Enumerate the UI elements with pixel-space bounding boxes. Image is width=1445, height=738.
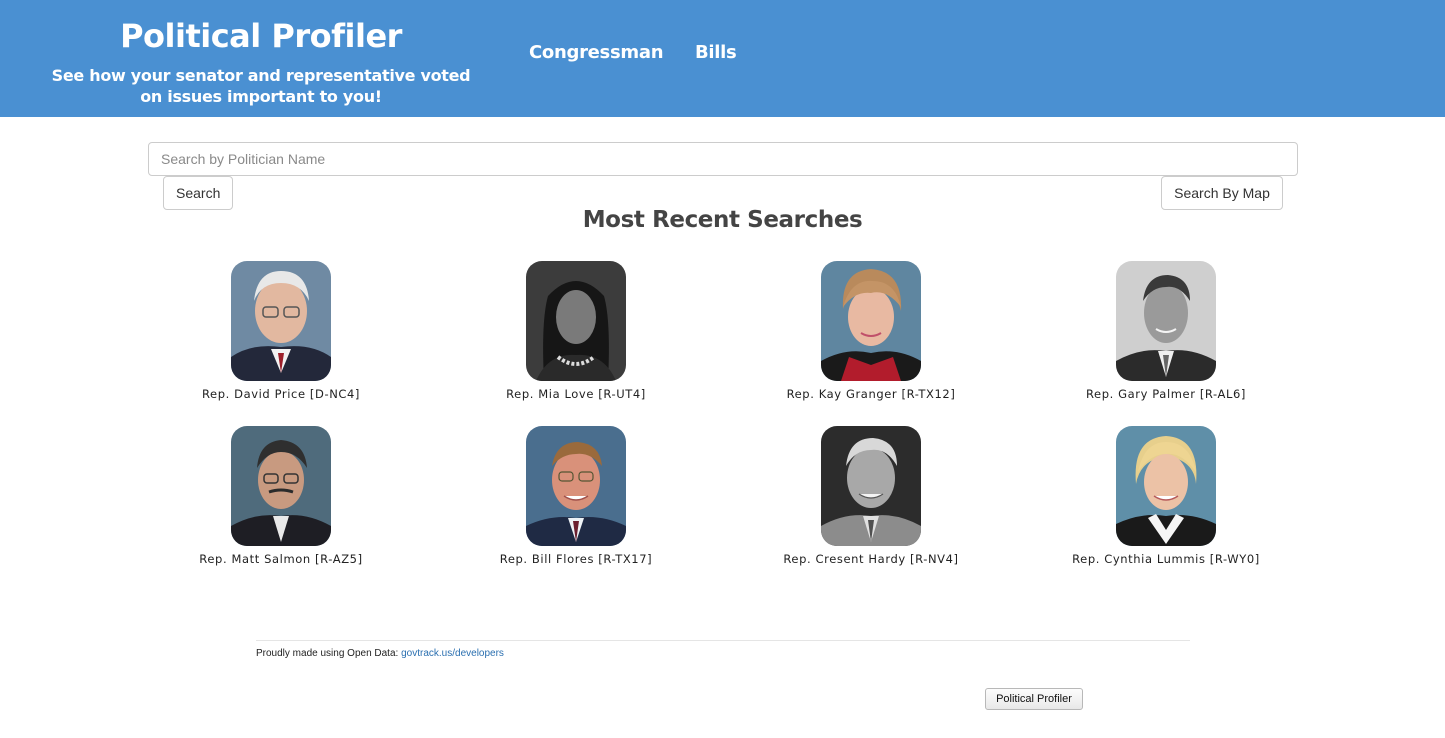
politician-card[interactable]: Rep. Gary Palmer [R-AL6] <box>1046 261 1286 401</box>
politician-card[interactable]: Rep. Cresent Hardy [R-NV4] <box>751 426 991 566</box>
politician-card[interactable]: Rep. Kay Granger [R-TX12] <box>751 261 991 401</box>
politician-card[interactable]: Rep. Bill Flores [R-TX17] <box>456 426 696 566</box>
politician-photo[interactable] <box>526 261 626 381</box>
politician-name[interactable]: Rep. Bill Flores [R-TX17] <box>456 552 696 566</box>
politician-photo[interactable] <box>1116 261 1216 381</box>
politician-name[interactable]: Rep. Cynthia Lummis [R-WY0] <box>1046 552 1286 566</box>
nav-congressman[interactable]: Congressman <box>529 42 664 63</box>
politician-photo[interactable] <box>1116 426 1216 546</box>
politician-name[interactable]: Rep. Kay Granger [R-TX12] <box>751 387 991 401</box>
politician-search-input[interactable] <box>148 142 1298 176</box>
search-button[interactable]: Search <box>163 176 233 210</box>
footer-credit-text: Proudly made using Open Data: <box>256 648 399 659</box>
politician-name[interactable]: Rep. Matt Salmon [R-AZ5] <box>161 552 401 566</box>
site-title[interactable]: Political Profiler <box>40 14 482 58</box>
politician-name[interactable]: Rep. Cresent Hardy [R-NV4] <box>751 552 991 566</box>
politician-photo[interactable] <box>526 426 626 546</box>
politician-photo[interactable] <box>821 261 921 381</box>
footer-divider <box>256 640 1190 641</box>
politician-name[interactable]: Rep. Gary Palmer [R-AL6] <box>1046 387 1286 401</box>
govtrack-link[interactable]: govtrack.us/developers <box>401 648 504 659</box>
politician-card[interactable]: Rep. Cynthia Lummis [R-WY0] <box>1046 426 1286 566</box>
politician-card[interactable]: Rep. Matt Salmon [R-AZ5] <box>161 426 401 566</box>
politician-photo[interactable] <box>231 261 331 381</box>
politician-name[interactable]: Rep. Mia Love [R-UT4] <box>456 387 696 401</box>
politician-photo[interactable] <box>231 426 331 546</box>
site-tagline: See how your senator and representative … <box>51 66 471 106</box>
site-header: Political Profiler See how your senator … <box>0 0 1445 117</box>
nav-bills[interactable]: Bills <box>695 42 737 63</box>
politician-card[interactable]: Rep. Mia Love [R-UT4] <box>456 261 696 401</box>
politician-photo[interactable] <box>821 426 921 546</box>
footer-credit: Proudly made using Open Data: govtrack.u… <box>256 648 504 659</box>
search-by-map-button[interactable]: Search By Map <box>1161 176 1283 210</box>
politician-name[interactable]: Rep. David Price [D-NC4] <box>161 387 401 401</box>
political-profiler-button[interactable]: Political Profiler <box>985 688 1083 710</box>
brand: Political Profiler See how your senator … <box>40 14 482 107</box>
politician-card[interactable]: Rep. David Price [D-NC4] <box>161 261 401 401</box>
recent-searches-heading: Most Recent Searches <box>582 207 863 233</box>
